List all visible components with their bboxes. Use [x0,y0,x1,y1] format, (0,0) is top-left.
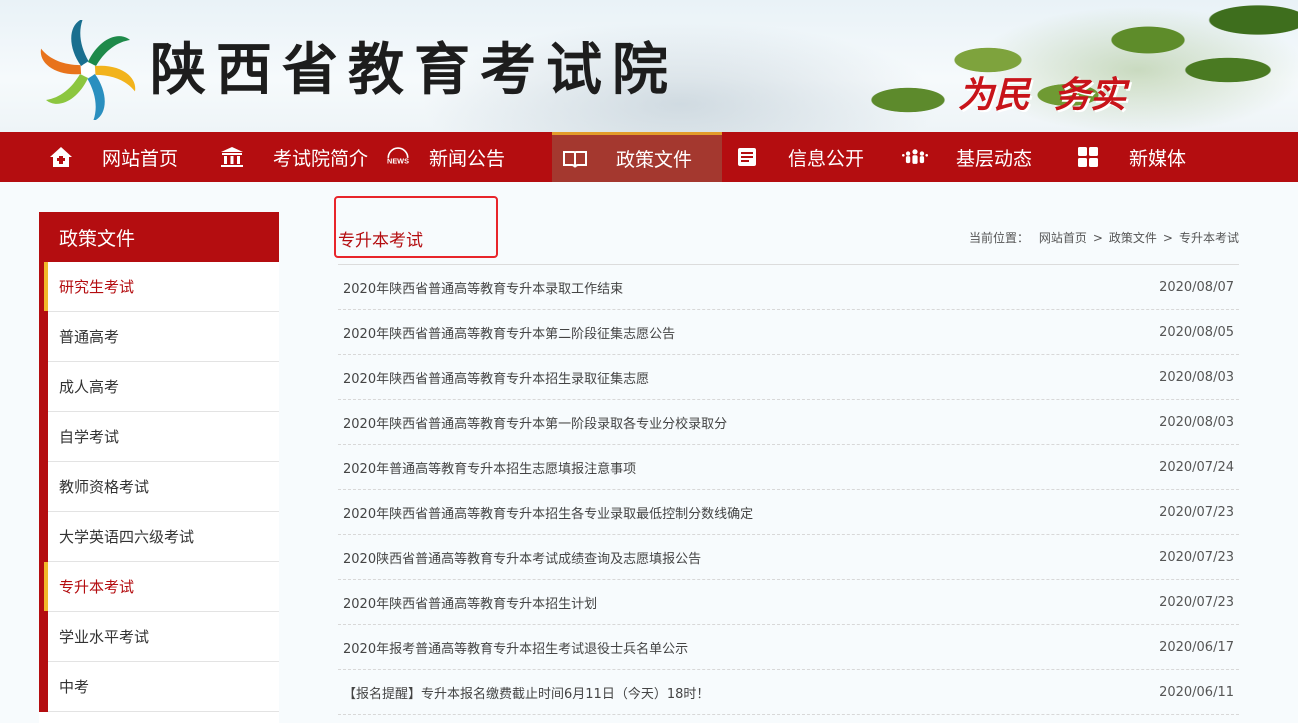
breadcrumb-policy[interactable]: 政策文件 [1109,231,1157,245]
news-row: 2020年陕西省普通高等教育专升本招生计划 2020/07/23 [338,580,1239,625]
news-date: 2020/08/03 [1159,369,1234,385]
news-title-link[interactable]: 2020年陕西省普通高等教育专升本第二阶段征集志愿公告 [343,323,675,342]
nav-item-news[interactable]: NEWS 新闻公告 [385,132,505,182]
breadcrumb-current[interactable]: 专升本考试 [1179,231,1239,245]
building-icon [219,144,245,170]
nav-label: 政策文件 [616,149,693,171]
sidebar-item-graduate-exam[interactable]: 研究生考试 [44,262,279,312]
home-icon [48,144,74,170]
news-row: 2020年陕西省普通高等教育专升本第一阶段录取各专业分校录取分 2020/08/0… [338,400,1239,445]
news-title-link[interactable]: 2020陕西省普通高等教育专升本考试成绩查询及志愿填报公告 [343,548,701,567]
main-nav: 网站首页 考试院简介 NEWS 新闻公告 政策文件 信息公开 基层动态 新媒体 [0,132,1298,182]
news-title-link[interactable]: 2020年报考普通高等教育专升本招生考试退役士兵名单公示 [343,638,688,657]
nav-label: 新闻公告 [429,147,506,170]
nav-label: 网站首页 [102,147,179,170]
sidebar-item-zhongkao[interactable]: 中考 [48,662,279,712]
news-icon: NEWS [385,144,411,170]
sidebar-item-adult-exam[interactable]: 成人高考 [48,362,279,412]
news-date: 2020/06/17 [1159,639,1234,655]
document-icon [734,144,760,170]
sidebar-list: 研究生考试 普通高考 成人高考 自学考试 教师资格考试 大学英语四六级考试 专升… [39,262,279,712]
nav-label: 信息公开 [788,147,865,170]
news-row: 2020陕西省普通高等教育专升本考试成绩查询及志愿填报公告 2020/07/23 [338,535,1239,580]
news-row: 2020年陕西省普通高等教育专升本第二阶段征集志愿公告 2020/08/05 [338,310,1239,355]
sidebar-item-label: 普通高考 [59,328,120,346]
news-title-link[interactable]: 2020年普通高等教育专升本招生志愿填报注意事项 [343,458,636,477]
news-date: 2020/07/23 [1159,549,1234,565]
news-date: 2020/07/23 [1159,594,1234,610]
nav-item-home[interactable]: 网站首页 [48,132,178,182]
sidebar-item-label: 学业水平考试 [59,628,150,646]
sidebar-item-teacher-cert[interactable]: 教师资格考试 [48,462,279,512]
news-row: 2020年陕西省普通高等教育专升本招生录取征集志愿 2020/08/03 [338,355,1239,400]
site-logo-icon[interactable] [38,20,138,120]
nav-item-disclosure[interactable]: 信息公开 [734,132,864,182]
news-row: 2020年陕西省普通高等教育专升本录取工作结束 2020/08/07 [338,265,1239,310]
news-row: 【报名提醒】专升本报名缴费截止时间6月11日（今天）18时！ 2020/06/11 [338,670,1239,715]
breadcrumb-separator: > [1162,231,1173,245]
news-row: 2020年普通高等教育专升本招生志愿填报注意事项 2020/07/24 [338,445,1239,490]
sidebar-item-label: 教师资格考试 [59,478,150,496]
news-row: 2020年报考普通高等教育专升本招生考试退役士兵名单公示 2020/06/17 [338,625,1239,670]
sidebar-item-upgrade-exam[interactable]: 专升本考试 [44,562,279,612]
people-icon [902,144,928,170]
news-date: 2020/06/11 [1159,684,1234,700]
sidebar-item-self-study[interactable]: 自学考试 [48,412,279,462]
breadcrumb-home[interactable]: 网站首页 [1039,231,1087,245]
nav-item-policy[interactable]: 政策文件 [552,132,722,182]
sidebar-item-label: 成人高考 [59,378,120,396]
news-title-link[interactable]: 2020年陕西省普通高等教育专升本招生计划 [343,593,597,612]
sidebar-item-cet[interactable]: 大学英语四六级考试 [48,512,279,562]
news-date: 2020/08/03 [1159,414,1234,430]
nav-label: 新媒体 [1129,147,1187,170]
sidebar-item-label: 中考 [59,678,90,696]
sidebar: 政策文件 研究生考试 普通高考 成人高考 自学考试 教师资格考试 大学英语四六级… [39,212,279,723]
svg-text:NEWS: NEWS [387,157,409,166]
news-date: 2020/07/24 [1159,459,1234,475]
news-date: 2020/08/05 [1159,324,1234,340]
nav-item-about[interactable]: 考试院简介 [219,132,368,182]
main-content: 专升本考试 当前位置： 网站首页 > 政策文件 > 专升本考试 2020年陕西省普通高等… [334,196,1239,715]
slogan: 为民 务实 [958,66,1150,118]
header-banner: 陕西省教育考试院 为民 务实 [0,0,1298,132]
news-list: 2020年陕西省普通高等教育专升本录取工作结束 2020/08/07 2020年陕… [338,265,1239,715]
main-header: 专升本考试 当前位置： 网站首页 > 政策文件 > 专升本考试 [334,196,1239,265]
news-title-link[interactable]: 2020年陕西省普通高等教育专升本招生各专业录取最低控制分数线确定 [343,503,753,522]
news-title-link[interactable]: 2020年陕西省普通高等教育专升本第一阶段录取各专业分校录取分 [343,413,727,432]
nav-item-new-media[interactable]: 新媒体 [1075,132,1186,182]
news-date: 2020/08/07 [1159,279,1234,295]
nav-label: 考试院简介 [273,147,369,170]
news-title-link[interactable]: 2020年陕西省普通高等教育专升本录取工作结束 [343,278,623,297]
sidebar-item-label: 大学英语四六级考试 [59,528,195,546]
breadcrumb: 当前位置： 网站首页 > 政策文件 > 专升本考试 [969,229,1239,246]
news-date: 2020/07/23 [1159,504,1234,520]
breadcrumb-prefix: 当前位置： [968,231,1029,245]
sidebar-item-label: 自学考试 [59,428,120,446]
sidebar-item-proficiency[interactable]: 学业水平考试 [48,612,279,662]
grid-icon [1075,144,1101,170]
news-title-link[interactable]: 2020年陕西省普通高等教育专升本招生录取征集志愿 [343,368,649,387]
nav-item-grassroots[interactable]: 基层动态 [902,132,1032,182]
news-row: 2020年陕西省普通高等教育专升本招生各专业录取最低控制分数线确定 2020/07… [338,490,1239,535]
sidebar-item-label: 研究生考试 [59,278,135,296]
news-title-link[interactable]: 【报名提醒】专升本报名缴费截止时间6月11日（今天）18时！ [343,683,709,702]
page-title: 专升本考试 [338,231,423,251]
slogan-part-2: 务实 [1054,74,1127,116]
book-icon [562,146,588,172]
sidebar-item-label: 专升本考试 [59,578,135,596]
site-title: 陕西省教育考试院 [150,37,678,103]
slogan-part-1: 为民 [958,74,1031,116]
sidebar-title: 政策文件 [39,212,279,262]
breadcrumb-separator: > [1092,231,1103,245]
sidebar-item-gaokao[interactable]: 普通高考 [48,312,279,362]
nav-label: 基层动态 [956,147,1033,170]
